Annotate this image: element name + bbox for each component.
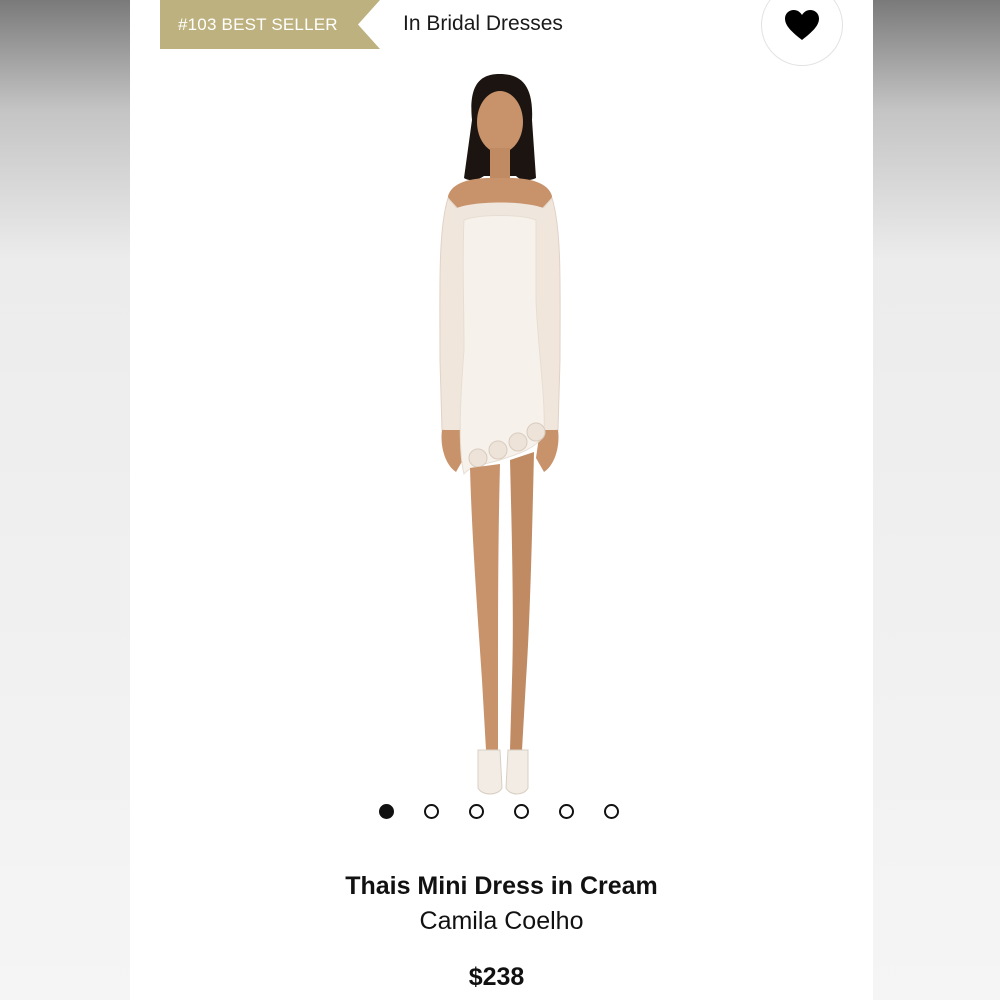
background-left [0, 0, 130, 1000]
background-right [873, 0, 1000, 1000]
carousel-dot-4[interactable] [514, 804, 529, 819]
product-title: Thais Mini Dress in Cream [345, 872, 658, 900]
product-brand[interactable]: Camila Coelho [130, 907, 873, 936]
carousel-dot-2[interactable] [424, 804, 439, 819]
favorite-button[interactable] [761, 0, 843, 66]
heart-icon [785, 10, 819, 40]
carousel-dot-3[interactable] [469, 804, 484, 819]
product-image[interactable] [360, 60, 640, 830]
image-carousel-dots [379, 804, 619, 819]
carousel-dot-1[interactable] [379, 804, 394, 819]
best-seller-badge: #103 BEST SELLER [160, 0, 380, 49]
best-seller-label: #103 BEST SELLER [178, 14, 338, 34]
category-link[interactable]: In Bridal Dresses [403, 12, 563, 36]
product-card: #103 BEST SELLER In Bridal Dresses Thais… [130, 0, 873, 1000]
carousel-dot-6[interactable] [604, 804, 619, 819]
product-price: $238 [468, 963, 525, 991]
carousel-dot-5[interactable] [559, 804, 574, 819]
